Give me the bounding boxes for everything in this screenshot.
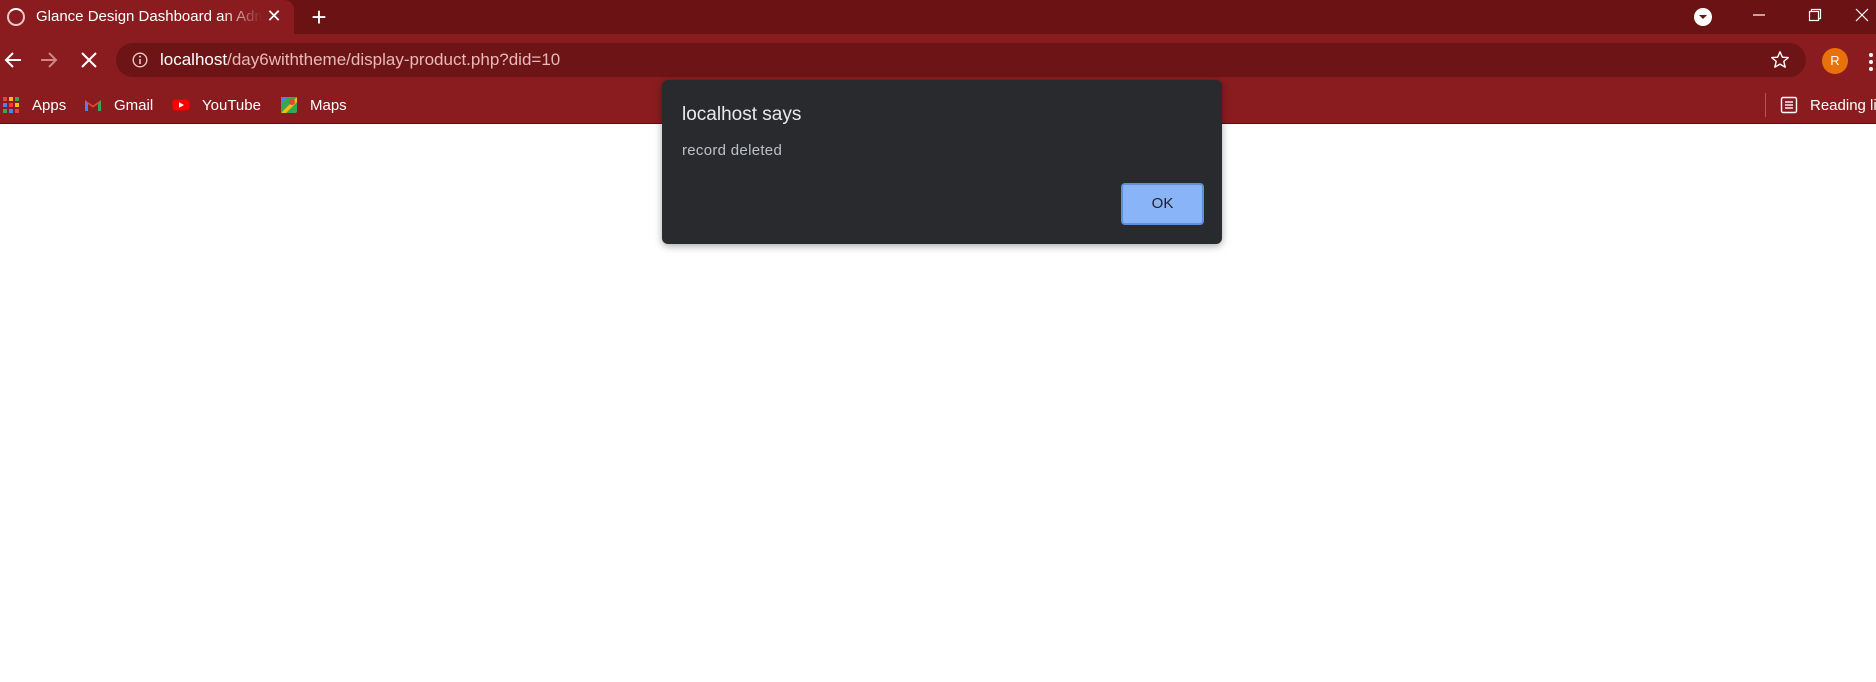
tab-title: Glance Design Dashboard an Admin Panel xyxy=(36,8,262,25)
bookmark-maps[interactable]: Maps xyxy=(280,92,347,118)
reading-list-label: Reading list xyxy=(1810,96,1876,114)
bookmark-youtube[interactable]: YouTube xyxy=(172,92,261,118)
reading-list-icon xyxy=(1780,96,1798,114)
stop-loading-icon[interactable] xyxy=(76,47,102,73)
minimize-icon[interactable] xyxy=(1736,0,1782,30)
gmail-icon xyxy=(84,96,102,114)
bookmark-star-icon[interactable] xyxy=(1770,50,1790,70)
loading-spinner-icon xyxy=(7,8,25,26)
tab-search-icon[interactable] xyxy=(1693,7,1713,27)
address-bar[interactable]: localhost/day6withtheme/display-product.… xyxy=(116,43,1806,77)
site-info-icon[interactable] xyxy=(132,52,148,68)
forward-arrow-icon[interactable] xyxy=(36,47,62,73)
browser-toolbar: localhost/day6withtheme/display-product.… xyxy=(0,34,1876,86)
browser-tab-active[interactable]: Glance Design Dashboard an Admin Panel ✕ xyxy=(0,0,294,34)
bookmark-label: Apps xyxy=(32,96,67,114)
close-window-icon[interactable] xyxy=(1848,0,1876,30)
restore-icon[interactable] xyxy=(1792,0,1838,30)
alert-dialog: localhost says record deleted OK xyxy=(662,80,1222,244)
bookmarks-divider xyxy=(1765,93,1766,117)
maps-icon xyxy=(280,96,298,114)
url-host: localhost xyxy=(160,50,228,69)
new-tab-button[interactable]: + xyxy=(306,4,332,30)
bookmark-gmail[interactable]: Gmail xyxy=(84,92,153,118)
bookmark-label: Maps xyxy=(310,96,347,114)
bookmark-label: Gmail xyxy=(114,96,154,114)
tab-strip: Glance Design Dashboard an Admin Panel ✕… xyxy=(0,0,1876,34)
kebab-menu-icon[interactable] xyxy=(1866,52,1876,72)
ok-button[interactable]: OK xyxy=(1121,183,1204,225)
bookmark-apps[interactable]: Apps xyxy=(2,92,66,118)
tab-close-icon[interactable]: ✕ xyxy=(264,6,284,26)
back-arrow-icon[interactable] xyxy=(0,47,26,73)
youtube-icon xyxy=(172,96,190,114)
profile-avatar[interactable]: R xyxy=(1822,48,1848,74)
url-path: /day6withtheme/display-product.php?did=1… xyxy=(227,50,561,69)
apps-grid-icon xyxy=(2,96,20,114)
reading-list-button[interactable]: Reading list xyxy=(1780,92,1876,118)
dialog-message: record deleted xyxy=(682,142,783,159)
bookmark-label: YouTube xyxy=(202,96,261,114)
url-text: localhost/day6withtheme/display-product.… xyxy=(160,50,560,70)
dialog-title: localhost says xyxy=(682,104,802,125)
